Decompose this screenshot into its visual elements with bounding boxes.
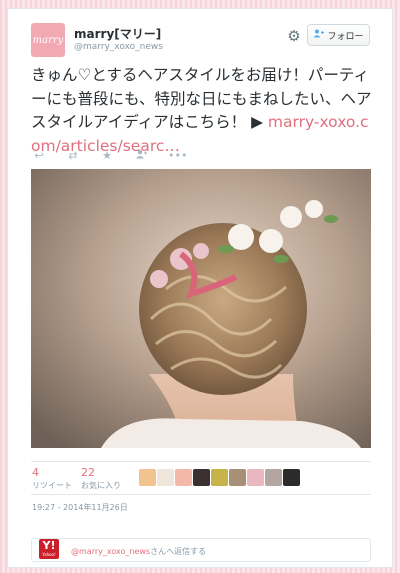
reply-avatar: Y! Yahoo!: [39, 539, 59, 559]
person-plus-icon: [313, 29, 325, 41]
follow-button-label: フォロー: [327, 31, 364, 42]
avatar[interactable]: [247, 469, 264, 486]
favorite-icon[interactable]: ★: [100, 149, 114, 162]
avatar[interactable]: [265, 469, 282, 486]
avatar[interactable]: [193, 469, 210, 486]
reply-input[interactable]: @marry_xoxo_newsさんへ返信する: [71, 546, 206, 557]
tweet-photo[interactable]: [31, 169, 371, 448]
tweet-actions: ↩ ⇄ ★ •••: [32, 149, 187, 162]
divider: [31, 461, 371, 462]
follow-button[interactable]: フォロー: [307, 24, 370, 46]
reply-icon[interactable]: ↩: [32, 149, 46, 162]
yahoo-logo-text: Y!: [42, 539, 56, 552]
divider: [31, 494, 371, 495]
avatar[interactable]: [211, 469, 228, 486]
user-handle[interactable]: @marry_xoxo_news: [74, 42, 163, 52]
tweet-text: きゅん♡とするヘアスタイルをお届け！パーティーにも普段にも、特別な日にもまねした…: [31, 64, 376, 158]
tweet-card: marry marry[マリー] @marry_xoxo_news ⚙ フォロー…: [7, 8, 393, 568]
gear-icon[interactable]: ⚙: [285, 27, 303, 45]
avatar[interactable]: [229, 469, 246, 486]
avatar[interactable]: [175, 469, 192, 486]
retweet-label: リツイート: [32, 481, 72, 490]
favorite-count[interactable]: 22: [81, 466, 95, 479]
follow-icon[interactable]: [134, 149, 148, 162]
reply-suffix: さんへ返信する: [150, 547, 207, 556]
retweet-count[interactable]: 4: [32, 466, 39, 479]
reply-mention: @marry_xoxo_news: [71, 547, 151, 556]
avatar-logo-text: marry: [32, 34, 64, 46]
display-name[interactable]: marry[マリー]: [74, 25, 161, 42]
favorite-label: お気に入り: [81, 481, 121, 490]
avatar[interactable]: marry: [31, 23, 65, 57]
retweet-icon[interactable]: ⇄: [66, 149, 80, 162]
tweet-timestamp[interactable]: 19:27 - 2014年11月26日: [32, 502, 128, 513]
reply-box[interactable]: Y! Yahoo! @marry_xoxo_newsさんへ返信する: [31, 538, 371, 562]
avatar[interactable]: [139, 469, 156, 486]
more-icon[interactable]: •••: [168, 149, 187, 162]
avatar[interactable]: [283, 469, 300, 486]
favoriters-avatars: [139, 469, 300, 486]
avatar[interactable]: [157, 469, 174, 486]
yahoo-logo-subtext: Yahoo!: [42, 552, 56, 557]
